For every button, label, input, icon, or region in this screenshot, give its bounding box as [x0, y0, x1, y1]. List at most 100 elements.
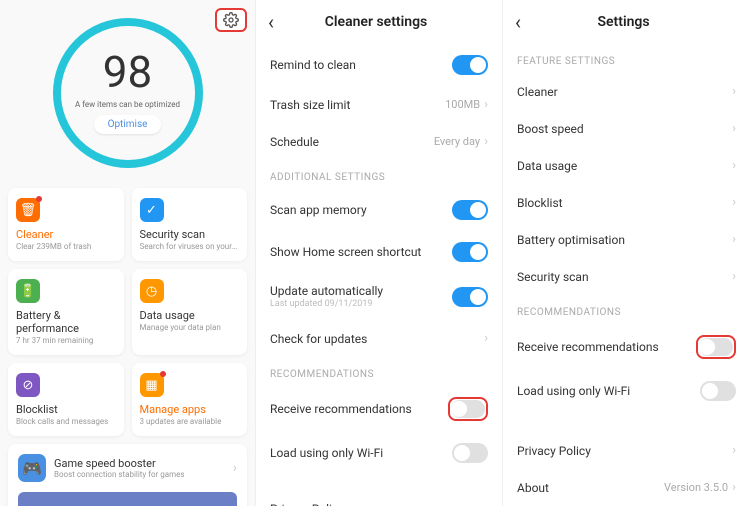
- row-label: Data usage: [517, 159, 732, 173]
- security-scan-row[interactable]: Security scan›: [503, 258, 750, 295]
- row-label: Privacy Policy: [517, 444, 732, 458]
- row-label: Blocklist: [517, 196, 732, 210]
- trash-size-row[interactable]: Trash size limit 100MB ›: [256, 86, 502, 123]
- chevron-right-icon: ›: [732, 269, 736, 284]
- chevron-right-icon: ›: [732, 121, 736, 136]
- card-sub: 3 updates are available: [140, 417, 240, 426]
- chevron-right-icon: ›: [233, 460, 237, 476]
- remind-to-clean-row[interactable]: Remind to clean: [256, 44, 502, 86]
- row-label: Schedule: [270, 135, 434, 149]
- booster-sub: Boost connection stability for games: [54, 470, 233, 479]
- manage-apps-card[interactable]: ▦ Manage apps 3 updates are available: [132, 363, 248, 436]
- row-label: Update automatically: [270, 284, 452, 298]
- chevron-right-icon: ›: [732, 195, 736, 210]
- toggle-on[interactable]: [452, 242, 488, 262]
- receive-recommendations-row[interactable]: Receive recommendations: [503, 324, 750, 370]
- security-scan-card[interactable]: ✓ Security scan Search for viruses on yo…: [132, 188, 248, 261]
- section-header: RECOMMENDATIONS: [503, 295, 750, 324]
- chevron-right-icon: ›: [484, 97, 488, 112]
- card-title: Cleaner: [16, 228, 116, 241]
- wifi-only-row[interactable]: Load using only Wi-Fi: [256, 432, 502, 474]
- row-value: Version 3.5.0: [664, 481, 728, 494]
- toggle-on[interactable]: [452, 55, 488, 75]
- score-subtitle: A few items can be optimized: [75, 100, 180, 109]
- row-label: Load using only Wi-Fi: [270, 446, 452, 460]
- apps-icon: ▦: [140, 373, 164, 397]
- card-sub: Block calls and messages: [16, 417, 116, 426]
- score-value: 98: [103, 46, 152, 98]
- chevron-right-icon: ›: [484, 134, 488, 149]
- about-row[interactable]: About Version 3.5.0 ›: [503, 469, 750, 506]
- page-title: Cleaner settings: [262, 14, 490, 30]
- chevron-right-icon: ›: [484, 501, 488, 506]
- row-label: Trash size limit: [270, 98, 445, 112]
- row-value: Every day: [434, 135, 480, 148]
- home-shortcut-row[interactable]: Show Home screen shortcut: [256, 231, 502, 273]
- row-label: About: [517, 481, 664, 495]
- boost-speed-row[interactable]: Boost speed›: [503, 110, 750, 147]
- cleaner-settings-screen: ‹ Cleaner settings Remind to clean Trash…: [256, 0, 503, 506]
- section-header: RECOMMENDATIONS: [256, 357, 502, 386]
- card-title: Blocklist: [16, 403, 116, 416]
- card-title: Battery & performance: [16, 309, 116, 335]
- trash-icon: 🗑: [16, 198, 40, 222]
- cleaner-card[interactable]: 🗑 Cleaner Clear 239MB of trash: [8, 188, 124, 261]
- row-label: Show Home screen shortcut: [270, 245, 452, 259]
- feature-cards: 🗑 Cleaner Clear 239MB of trash ✓ Securit…: [0, 168, 255, 444]
- data-usage-card[interactable]: ◷ Data usage Manage your data plan: [132, 269, 248, 355]
- row-label: Cleaner: [517, 85, 732, 99]
- settings-screen: ‹ Settings FEATURE SETTINGS Cleaner› Boo…: [503, 0, 750, 506]
- row-label: Load using only Wi-Fi: [517, 384, 700, 398]
- section-header: ADDITIONAL SETTINGS: [256, 160, 502, 189]
- score-circle: 98 A few items can be optimized Optimise: [53, 18, 203, 168]
- toggle-off[interactable]: [452, 443, 488, 463]
- booster-title: Game speed booster: [54, 457, 233, 470]
- toggle-on[interactable]: [452, 287, 488, 307]
- row-label: Privacy Policy: [270, 502, 484, 506]
- data-usage-row[interactable]: Data usage›: [503, 147, 750, 184]
- battery-row[interactable]: Battery optimisation›: [503, 221, 750, 258]
- battery-icon: 🔋: [16, 279, 40, 303]
- check-updates-row[interactable]: Check for updates ›: [256, 320, 502, 357]
- card-sub: Search for viruses on your devi…: [140, 242, 240, 251]
- data-icon: ◷: [140, 279, 164, 303]
- privacy-policy-row[interactable]: Privacy Policy ›: [503, 432, 750, 469]
- gear-icon: [223, 12, 239, 28]
- receive-recommendations-row[interactable]: Receive recommendations: [256, 386, 502, 432]
- chevron-right-icon: ›: [732, 158, 736, 173]
- toggle-off-highlighted[interactable]: [696, 335, 736, 359]
- wifi-only-row[interactable]: Load using only Wi-Fi: [503, 370, 750, 412]
- card-sub: Manage your data plan: [140, 323, 240, 332]
- schedule-row[interactable]: Schedule Every day ›: [256, 123, 502, 160]
- update-auto-row[interactable]: Update automatically Last updated 09/11/…: [256, 273, 502, 320]
- scan-app-memory-row[interactable]: Scan app memory: [256, 189, 502, 231]
- chevron-right-icon: ›: [484, 331, 488, 346]
- privacy-policy-row[interactable]: Privacy Policy ›: [256, 490, 502, 506]
- card-sub: 7 hr 37 min remaining: [16, 336, 116, 345]
- toggle-off-highlighted[interactable]: [448, 397, 488, 421]
- row-label: Battery optimisation: [517, 233, 732, 247]
- shield-icon: ✓: [140, 198, 164, 222]
- block-icon: ⊘: [16, 373, 40, 397]
- row-label: Receive recommendations: [517, 340, 696, 354]
- optimise-button[interactable]: Optimise: [94, 115, 162, 134]
- chevron-right-icon: ›: [732, 84, 736, 99]
- booster-banner: [18, 492, 237, 506]
- battery-card[interactable]: 🔋 Battery & performance 7 hr 37 min rema…: [8, 269, 124, 355]
- row-label: Scan app memory: [270, 203, 452, 217]
- security-app-home: 98 A few items can be optimized Optimise…: [0, 0, 256, 506]
- row-label: Remind to clean: [270, 58, 452, 72]
- blocklist-card[interactable]: ⊘ Blocklist Block calls and messages: [8, 363, 124, 436]
- toggle-off[interactable]: [700, 381, 736, 401]
- row-label: Check for updates: [270, 332, 484, 346]
- chevron-right-icon: ›: [732, 443, 736, 458]
- settings-button[interactable]: [215, 8, 247, 32]
- blocklist-row[interactable]: Blocklist›: [503, 184, 750, 221]
- rocket-icon: 🎮: [18, 454, 46, 482]
- card-sub: Clear 239MB of trash: [16, 242, 116, 251]
- cleaner-row[interactable]: Cleaner›: [503, 73, 750, 110]
- toggle-on[interactable]: [452, 200, 488, 220]
- page-title: Settings: [509, 14, 738, 30]
- game-booster-card[interactable]: 🎮 Game speed booster Boost connection st…: [8, 444, 247, 506]
- chevron-right-icon: ›: [732, 480, 736, 495]
